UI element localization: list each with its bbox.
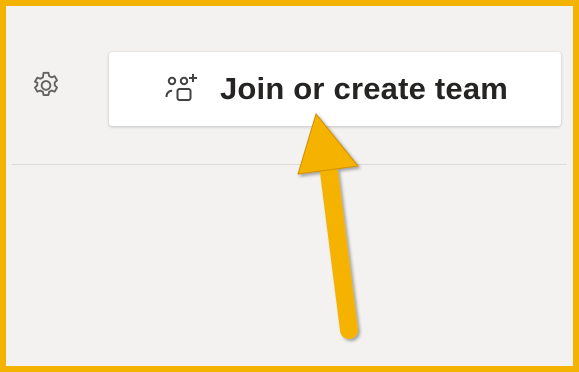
teams-header-area: Join or create team xyxy=(12,12,567,165)
screenshot-frame: Join or create team xyxy=(0,0,579,372)
people-add-icon xyxy=(162,69,202,109)
join-or-create-team-button[interactable]: Join or create team xyxy=(109,52,561,126)
join-or-create-team-label: Join or create team xyxy=(219,71,509,106)
settings-button[interactable] xyxy=(24,64,68,108)
gear-icon xyxy=(29,67,63,106)
